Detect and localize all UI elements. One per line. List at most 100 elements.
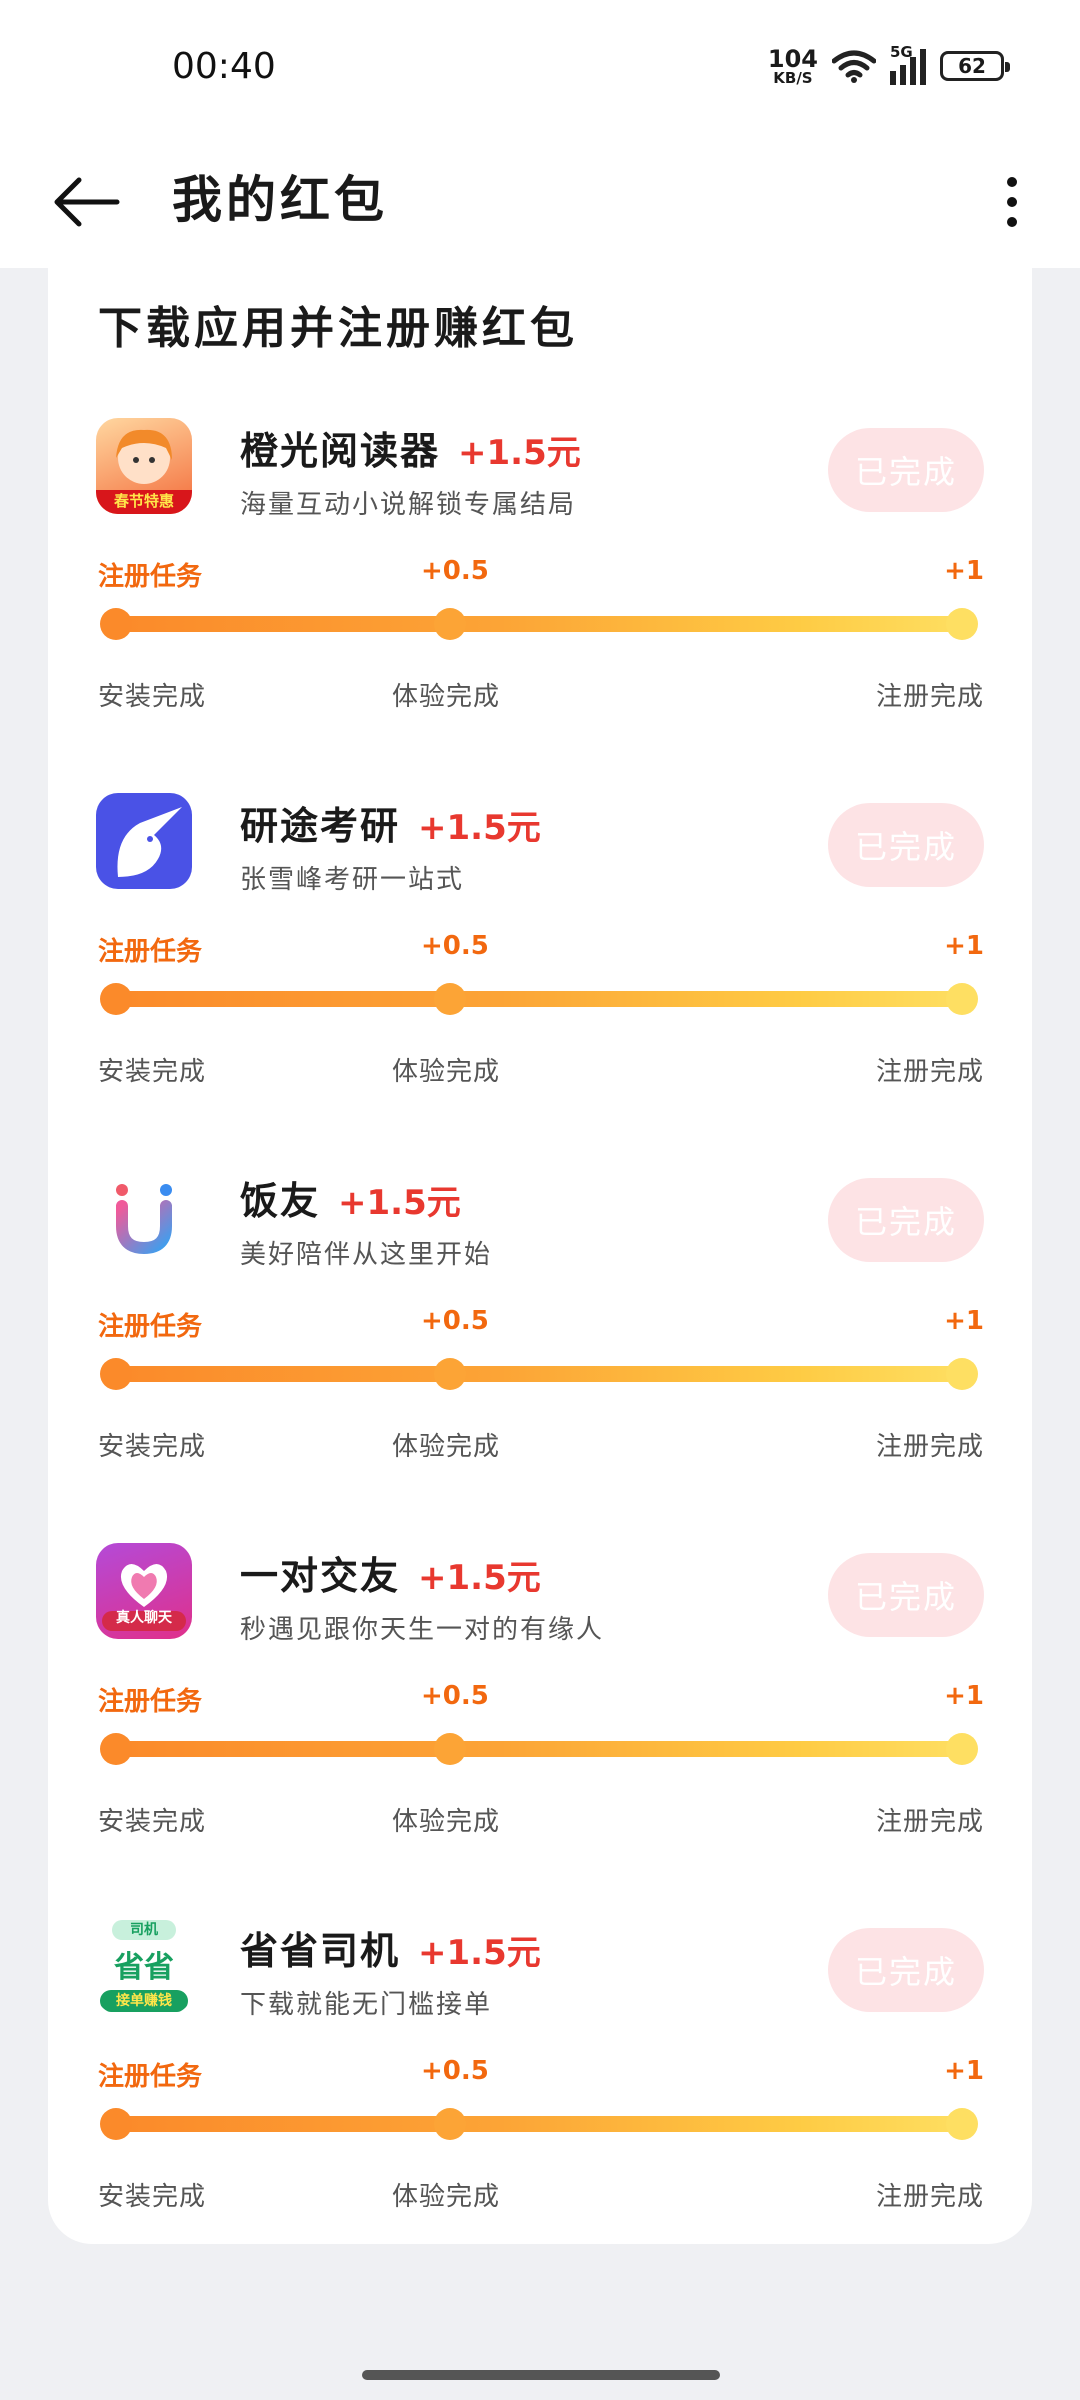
status-indicators: 104 KB/S 5G 62 — [768, 43, 1010, 88]
battery-icon: 62 — [940, 51, 1010, 81]
section-title: 下载应用并注册赚红包 — [98, 303, 578, 354]
completed-button[interactable]: 已完成 — [828, 428, 984, 512]
milestone-reward-mid: +0.5 — [421, 1306, 489, 1336]
progress-track — [116, 1741, 968, 1757]
network-speed-unit: KB/S — [773, 68, 813, 87]
step-register: 注册完成 — [875, 2182, 984, 2212]
app-name-text: 饭友 — [240, 1179, 321, 1223]
more-options-button[interactable] — [984, 162, 1040, 242]
milestone-reward-end: +1 — [944, 2056, 984, 2086]
app-name: 一对交友 +1.5元 — [240, 1545, 541, 1600]
app-description: 秒遇见跟你天生一对的有缘人 — [240, 1615, 605, 1645]
task-item: 春节特惠 橙光阅读器 +1.5元 海量互动小说解锁专属结局 已完成 注册任务 +0… — [48, 418, 1032, 793]
completed-button[interactable]: 已完成 — [828, 1178, 984, 1262]
app-name-text: 研途考研 — [240, 804, 401, 848]
completed-button[interactable]: 已完成 — [828, 803, 984, 887]
more-dot-icon — [1007, 177, 1017, 187]
driver-badge-text: 司机 — [130, 1922, 158, 1938]
step-install: 安装完成 — [98, 1807, 207, 1837]
app-name-text: 省省司机 — [240, 1929, 401, 1973]
step-install: 安装完成 — [98, 2182, 207, 2212]
progress-dot — [100, 983, 132, 1015]
app-bar: 我的红包 — [0, 136, 1080, 268]
task-item: 司机 省省 接单赚钱 省省司机 +1.5元 下载就能无门槛接单 已完成 注册任务 … — [48, 1918, 1032, 2293]
progress-dot — [434, 1358, 466, 1390]
progress-dot — [434, 2108, 466, 2140]
app-icon-shengsheng[interactable]: 司机 省省 接单赚钱 — [96, 1918, 192, 2014]
progress-dot — [100, 1733, 132, 1765]
app-name-text: 橙光阅读器 — [240, 429, 441, 473]
step-register: 注册完成 — [875, 1432, 984, 1462]
task-item: 研途考研 +1.5元 张雪峰考研一站式 已完成 注册任务 +0.5 +1 安装完成… — [48, 793, 1032, 1168]
driver-badge: 司机 — [112, 1920, 176, 1940]
app-name-text: 一对交友 — [240, 1554, 401, 1598]
milestone-reward-mid: +0.5 — [421, 931, 489, 961]
task-item: 真人聊天 一对交友 +1.5元 秒遇见跟你天生一对的有缘人 已完成 注册任务 +0… — [48, 1543, 1032, 1918]
progress-track — [116, 2116, 968, 2132]
milestone-reward-end: +1 — [944, 556, 984, 586]
app-name: 橙光阅读器 +1.5元 — [240, 420, 581, 475]
u-shape-icon — [116, 1184, 172, 1255]
network-speed: 104 KB/S — [768, 47, 818, 86]
app-description: 美好陪伴从这里开始 — [240, 1240, 493, 1270]
home-indicator[interactable] — [362, 2370, 720, 2380]
task-type-label: 注册任务 — [98, 562, 203, 592]
status-bar: 00:40 104 KB/S 5G 62 — [0, 0, 1080, 136]
battery-level: 62 — [958, 54, 986, 78]
status-time: 00:40 — [172, 46, 276, 87]
progress-dot — [434, 608, 466, 640]
task-type-label: 注册任务 — [98, 937, 203, 967]
milestone-reward-mid: +0.5 — [421, 2056, 489, 2086]
more-dot-icon — [1007, 217, 1017, 227]
milestone-reward-end: +1 — [944, 931, 984, 961]
progress-dot — [946, 2108, 978, 2140]
step-register: 注册完成 — [875, 682, 984, 712]
reward-amount: +1.5元 — [458, 433, 581, 473]
step-experience: 体验完成 — [392, 1807, 501, 1837]
app-icon-yantu[interactable] — [96, 793, 192, 889]
app-icon-badge: 春节特惠 — [113, 492, 174, 510]
step-experience: 体验完成 — [392, 2182, 501, 2212]
completed-button[interactable]: 已完成 — [828, 1928, 984, 2012]
app-name: 省省司机 +1.5元 — [240, 1920, 541, 1975]
app-icon-yidui[interactable]: 真人聊天 — [96, 1543, 192, 1639]
earn-badge-text: 接单赚钱 — [116, 1993, 172, 2009]
progress-track — [116, 991, 968, 1007]
progress-dot — [946, 1733, 978, 1765]
task-type-label: 注册任务 — [98, 1312, 203, 1342]
progress-track — [116, 1366, 968, 1382]
milestone-reward-mid: +0.5 — [421, 1681, 489, 1711]
app-name: 研途考研 +1.5元 — [240, 795, 541, 850]
step-register: 注册完成 — [875, 1057, 984, 1087]
app-logo-text: 省省 — [114, 1950, 174, 1985]
app-icon-fanyou[interactable] — [96, 1168, 192, 1264]
more-dot-icon — [1007, 197, 1017, 207]
step-install: 安装完成 — [98, 682, 207, 712]
earn-badge: 接单赚钱 — [100, 1990, 188, 2012]
step-experience: 体验完成 — [392, 1432, 501, 1462]
progress-track — [116, 616, 968, 632]
app-name: 饭友 +1.5元 — [240, 1170, 461, 1225]
reward-amount: +1.5元 — [418, 1558, 541, 1598]
unicorn-icon — [117, 807, 182, 877]
arrow-left-icon — [54, 177, 120, 227]
step-install: 安装完成 — [98, 1432, 207, 1462]
milestone-reward-mid: +0.5 — [421, 556, 489, 586]
task-type-label: 注册任务 — [98, 1687, 203, 1717]
page-title: 我的红包 — [172, 171, 388, 229]
progress-dot — [434, 1733, 466, 1765]
progress-dot — [434, 983, 466, 1015]
wifi-icon — [832, 50, 876, 83]
step-install: 安装完成 — [98, 1057, 207, 1087]
progress-dot — [946, 608, 978, 640]
app-icon-badge: 真人聊天 — [116, 1610, 172, 1626]
step-experience: 体验完成 — [392, 682, 501, 712]
task-type-label: 注册任务 — [98, 2062, 203, 2092]
milestone-reward-end: +1 — [944, 1306, 984, 1336]
back-button[interactable] — [44, 164, 128, 240]
app-description: 下载就能无门槛接单 — [240, 1990, 493, 2020]
reward-amount: +1.5元 — [418, 1933, 541, 1973]
completed-button[interactable]: 已完成 — [828, 1553, 984, 1637]
reward-amount: +1.5元 — [338, 1183, 461, 1223]
app-icon-chengguang[interactable]: 春节特惠 — [96, 418, 192, 514]
